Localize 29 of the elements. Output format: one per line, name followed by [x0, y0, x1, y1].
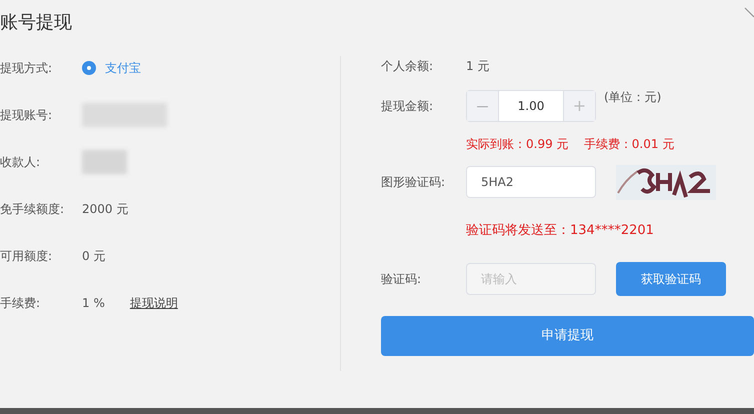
field-label: 提现账号:	[0, 106, 54, 124]
get-code-button[interactable]: 获取验证码	[616, 262, 726, 296]
fee-note: 实际到账：0.99 元 手续费：0.01 元	[466, 136, 674, 153]
field-label: 个人余额:	[381, 58, 434, 75]
amount-stepper[interactable]: — 1.00 +	[466, 90, 596, 122]
unit-hint: (单位：元)	[604, 89, 662, 106]
amount-value: 1.00	[516, 98, 546, 115]
decrement-button[interactable]: —	[467, 91, 499, 121]
field-label: 提现方式:	[0, 60, 54, 76]
field-label: 免手续额度:	[0, 200, 66, 218]
field-value: 2000 元	[82, 200, 128, 218]
increment-button[interactable]: +	[563, 91, 595, 121]
radio-option[interactable]: 支付宝	[82, 58, 141, 76]
field-value: 1 %	[82, 294, 105, 312]
info-link[interactable]: 提现说明	[130, 294, 178, 312]
code-input[interactable]: 请输入	[466, 263, 596, 295]
dialog-title: 账号提现	[0, 10, 72, 34]
field-label: 可用额度:	[0, 248, 54, 264]
field-label: 手续费:	[0, 294, 42, 312]
phone-note: 验证码将发送至：134****2201	[466, 222, 654, 240]
field-label: 提现金额:	[381, 98, 434, 115]
blurred-value	[82, 150, 127, 174]
submit-button[interactable]: 申请提现	[381, 316, 754, 356]
field-label: 图形验证码:	[381, 174, 446, 191]
field-value: 0 元	[82, 248, 106, 264]
field-label: 收款人:	[0, 154, 42, 170]
field-value: 1 元	[466, 58, 490, 75]
field-label: 验证码:	[381, 271, 422, 288]
captcha-input[interactable]: 5HA2	[466, 166, 596, 198]
